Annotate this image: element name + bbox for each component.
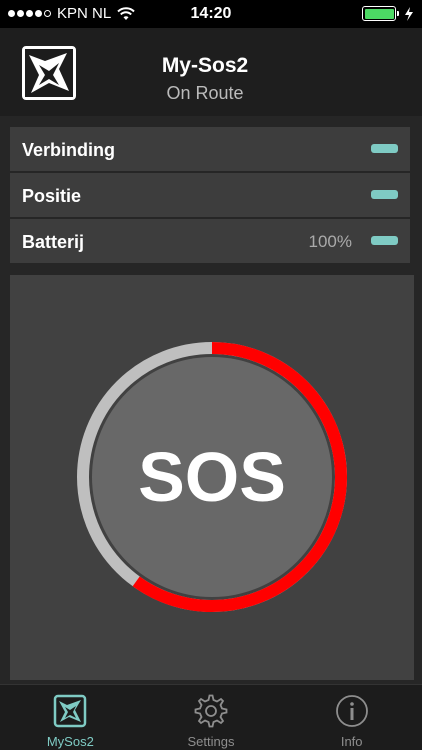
battery-icon	[362, 6, 399, 21]
status-row-positie: Positie	[10, 173, 410, 217]
tab-label: Info	[340, 734, 363, 749]
status-row-label: Batterij	[22, 232, 85, 252]
status-list: Verbinding Positie Batterij 100%	[10, 127, 410, 265]
status-row-label: Positie	[22, 186, 82, 206]
tab-label: MySos2	[46, 734, 94, 749]
tab-bar: MySos2 Settings Info	[0, 684, 422, 750]
status-bar: KPN NL 14:20	[0, 0, 422, 28]
position-indicator	[371, 190, 398, 199]
status-row-batterij: Batterij 100%	[10, 219, 410, 263]
page-title: My-Sos2	[161, 54, 249, 77]
sos-button[interactable]: SOS	[92, 357, 332, 597]
tab-settings[interactable]: Settings	[141, 685, 282, 750]
info-icon	[335, 695, 368, 727]
status-right	[362, 6, 414, 21]
tab-info[interactable]: Info	[281, 685, 422, 750]
sos-panel: SOS	[10, 275, 414, 680]
status-row-label: Verbinding	[22, 140, 116, 160]
status-time: 14:20	[190, 5, 232, 22]
charging-bolt-icon	[405, 6, 413, 21]
app-header: My-Sos2 On Route	[0, 28, 422, 116]
tab-label: Settings	[187, 734, 235, 749]
route-status: On Route	[166, 83, 244, 103]
gear-icon	[194, 694, 228, 728]
app-logo-icon	[22, 46, 76, 100]
status-row-verbinding: Verbinding	[10, 127, 410, 171]
connection-indicator	[371, 144, 398, 153]
battery-percentage: 100%	[308, 232, 352, 251]
battery-indicator	[371, 236, 398, 245]
tab-mysos2[interactable]: MySos2	[0, 685, 141, 750]
mysos2-logo-icon	[54, 694, 87, 728]
